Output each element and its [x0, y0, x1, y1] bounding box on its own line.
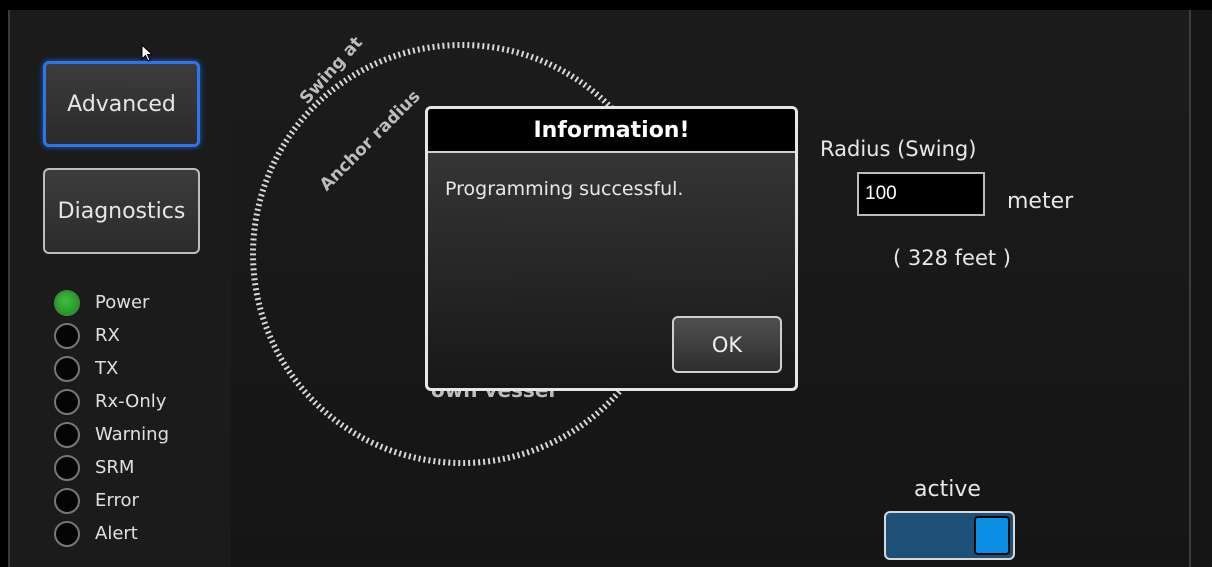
active-label: active [914, 477, 981, 502]
dialog-message: Programming successful. [445, 178, 684, 200]
radius-label: Radius (Swing) [820, 137, 977, 161]
indicator-label: SRM [95, 457, 135, 478]
indicator-alert: Alert [54, 517, 138, 550]
indicator-srm: SRM [54, 451, 134, 484]
warning-led-icon [54, 421, 80, 448]
diagnostics-button[interactable]: Diagnostics [43, 168, 200, 254]
advanced-button[interactable]: Advanced [43, 61, 200, 147]
information-dialog: Information! Programming successful. OK [425, 106, 798, 391]
indicator-error: Error [54, 484, 139, 517]
radius-unit: meter [1007, 189, 1074, 214]
indicator-label: Error [95, 490, 139, 511]
indicator-label: Warning [95, 424, 170, 445]
mouse-cursor-icon [141, 44, 154, 62]
toggle-knob[interactable] [974, 516, 1010, 555]
top-frame [0, 0, 1212, 10]
srm-led-icon [54, 454, 80, 481]
radius-input[interactable] [857, 172, 985, 216]
active-toggle[interactable] [884, 511, 1015, 560]
dialog-title: Information! [428, 109, 795, 153]
indicator-warning: Warning [54, 418, 169, 451]
rx-led-icon [54, 322, 80, 349]
indicator-power: Power [54, 286, 149, 319]
indicator-label: Rx-Only [95, 391, 167, 412]
error-led-icon [54, 487, 80, 514]
indicator-label: Alert [95, 523, 138, 544]
ok-button[interactable]: OK [672, 316, 782, 373]
indicator-rx: RX [54, 319, 120, 352]
right-edge [1189, 10, 1212, 567]
indicator-label: Power [95, 292, 150, 313]
alert-led-icon [54, 520, 80, 547]
power-led-icon [54, 289, 80, 316]
rx-only-led-icon [54, 388, 80, 415]
indicator-label: RX [95, 325, 120, 346]
indicator-label: TX [95, 358, 119, 379]
indicator-tx: TX [54, 352, 118, 385]
tx-led-icon [54, 355, 80, 382]
radius-feet: ( 328 feet ) [893, 246, 1011, 270]
indicator-rx-only: Rx-Only [54, 385, 166, 418]
